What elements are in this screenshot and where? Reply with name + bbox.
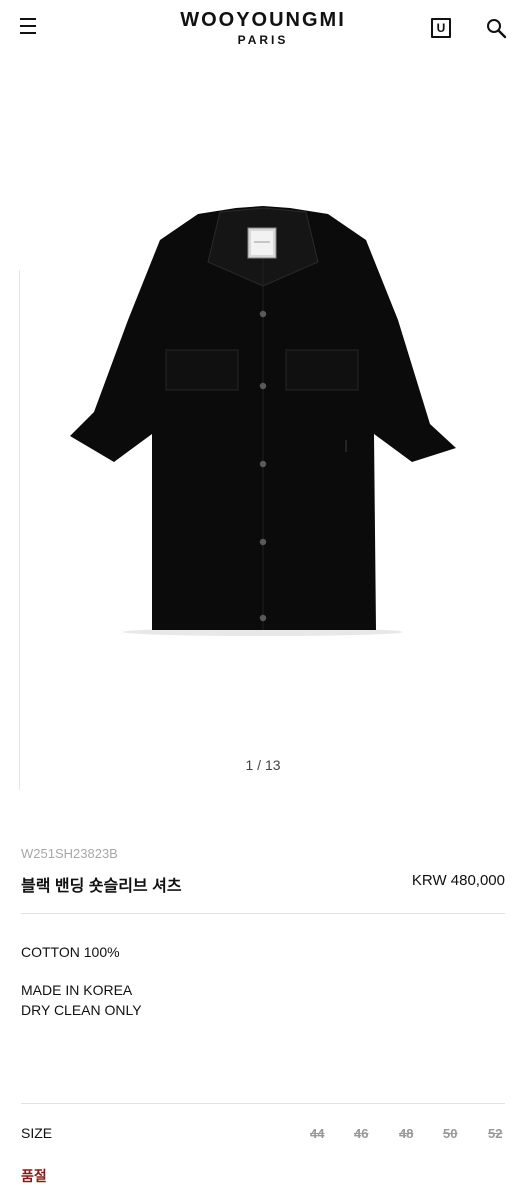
size-option-50[interactable]: 50 [443,1126,457,1141]
product-image-gallery[interactable]: 1 / 13 [0,60,526,790]
product-sku: W251SH23823B [21,846,118,861]
composition-text: COTTON 100% [21,944,120,960]
size-option-46[interactable]: 46 [354,1126,368,1141]
size-option-52[interactable]: 52 [488,1126,502,1141]
product-image[interactable] [60,200,466,640]
divider [21,1103,505,1104]
size-option-44[interactable]: 44 [310,1126,324,1141]
size-label: SIZE [21,1125,53,1141]
care-text: DRY CLEAN ONLY [21,1002,142,1018]
gallery-edge [19,270,20,790]
image-pager: 1 / 13 [245,757,281,773]
shopping-bag-icon[interactable]: U [431,18,451,38]
search-icon[interactable] [486,18,508,40]
product-price: KRW 480,000 [411,872,505,889]
sold-out-label: 품절 [21,1168,47,1184]
header: WOOYOUNGMI PARIS U [0,0,526,60]
origin-text: MADE IN KOREA [21,982,133,998]
divider [21,913,505,914]
size-option-48[interactable]: 48 [399,1126,413,1141]
product-title: 블랙 밴딩 숏슬리브 셔츠 [21,878,182,895]
